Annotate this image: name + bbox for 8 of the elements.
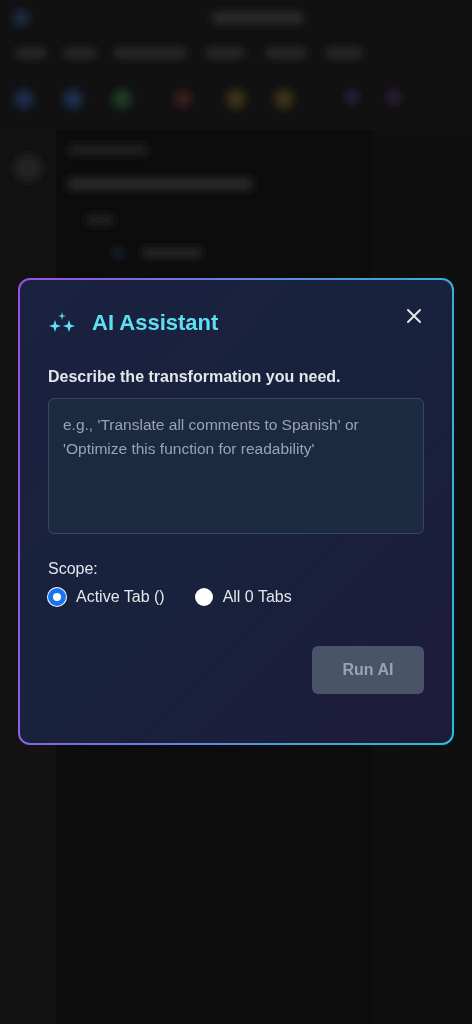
- scope-label: Scope:: [48, 560, 99, 578]
- prompt-label: Describe the transformation you need.: [48, 368, 342, 386]
- scope-radio[interactable]: All 0 Tabs: [194, 588, 292, 606]
- sparkles-icon: [48, 312, 76, 334]
- prompt-field[interactable]: e.g., 'Translate all comments to Spanish' or 'Optimize this function for readability': [48, 398, 424, 534]
- scope-radio[interactable]: Active Tab (): [48, 588, 165, 606]
- dialog-title: AI Assistant: [92, 310, 220, 336]
- close-icon[interactable]: [406, 308, 422, 324]
